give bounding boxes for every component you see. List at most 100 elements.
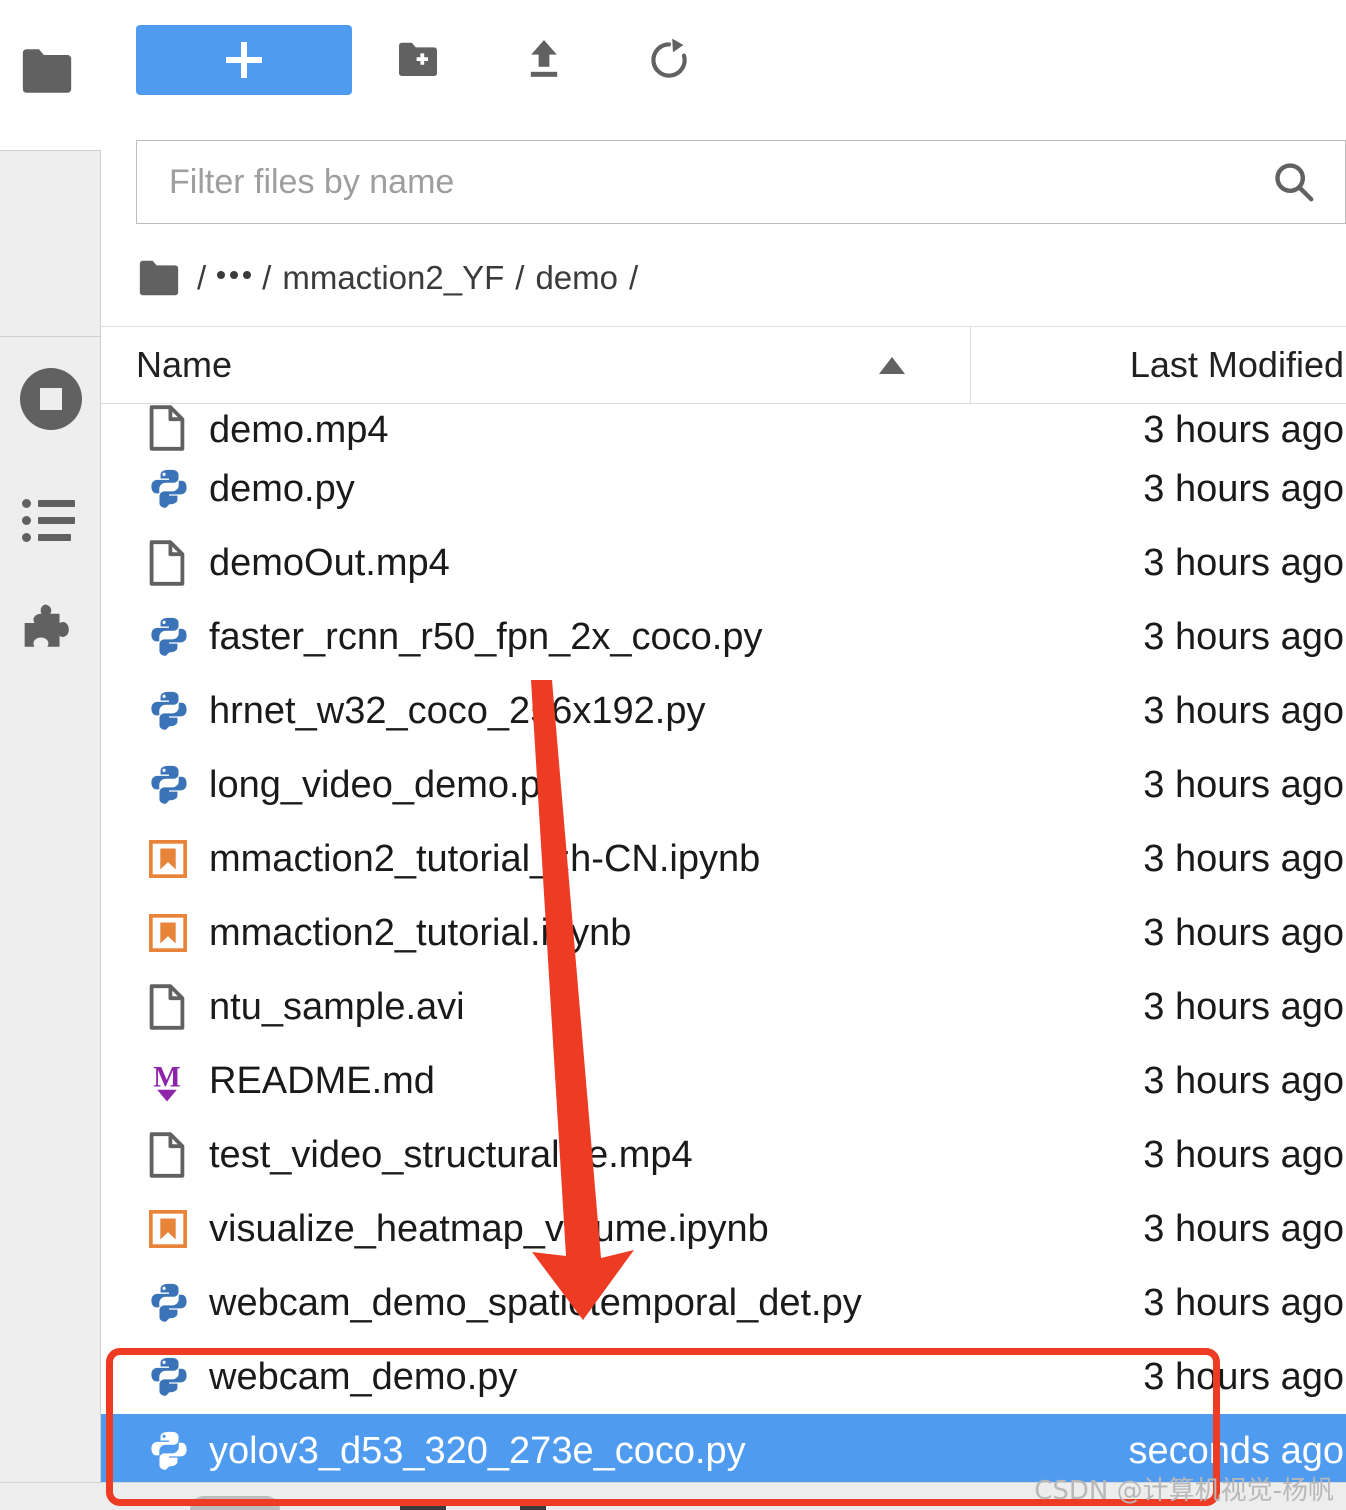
python-file-icon — [147, 1427, 191, 1475]
jupyterlab-file-browser: / / mmaction2_YF / demo / Name Last Modi… — [0, 0, 1346, 1510]
file-row[interactable]: webcam_demo.py 3 hours ago — [101, 1340, 1346, 1414]
file-name: visualize_heatmap_volume.ipynb — [209, 1207, 769, 1250]
breadcrumb-separator-3: / — [515, 259, 525, 296]
python-file-icon — [147, 613, 191, 661]
python-file-icon — [147, 687, 191, 735]
python-file-icon — [147, 1353, 191, 1401]
file-last-modified: 3 hours ago — [1143, 467, 1344, 510]
file-last-modified: 3 hours ago — [1143, 1133, 1344, 1176]
status-block-2 — [520, 1502, 546, 1510]
generic-file-icon — [147, 1131, 191, 1179]
file-last-modified: 3 hours ago — [1143, 1207, 1344, 1250]
status-bar — [0, 1482, 1346, 1510]
file-name: test_video_structuralize.mp4 — [209, 1133, 693, 1176]
new-folder-icon — [395, 39, 443, 84]
file-name: demo.py — [209, 467, 355, 510]
file-row[interactable]: hrnet_w32_coco_256x192.py 3 hours ago — [101, 674, 1346, 748]
python-file-icon — [147, 761, 191, 809]
file-row[interactable]: M README.md 3 hours ago — [101, 1044, 1346, 1118]
activity-bar — [0, 150, 101, 1510]
notebook-file-icon — [147, 909, 191, 957]
file-name: webcam_demo.py — [209, 1355, 518, 1398]
refresh-icon — [645, 36, 693, 87]
generic-file-icon — [147, 983, 191, 1031]
file-row[interactable]: visualize_heatmap_volume.ipynb 3 hours ag… — [101, 1192, 1346, 1266]
file-last-modified: 3 hours ago — [1143, 1059, 1344, 1102]
notebook-file-icon — [147, 835, 191, 883]
file-row[interactable]: webcam_demo_spatiotemporal_det.py 3 hours… — [101, 1266, 1346, 1340]
file-last-modified: 3 hours ago — [1143, 541, 1344, 584]
upload-button[interactable] — [515, 32, 573, 90]
file-row[interactable]: mmaction2_tutorial_zh-CN.ipynb 3 hours ag… — [101, 822, 1346, 896]
sidebar-item-commands[interactable] — [0, 461, 101, 586]
notebook-file-icon — [147, 1205, 191, 1253]
file-name: demo.mp4 — [209, 409, 389, 451]
breadcrumb-separator-2: / — [262, 259, 272, 296]
file-last-modified: 3 hours ago — [1143, 763, 1344, 806]
upload-icon — [522, 37, 566, 86]
folder-icon — [18, 46, 76, 101]
file-last-modified: 3 hours ago — [1143, 837, 1344, 880]
file-last-modified: 3 hours ago — [1143, 911, 1344, 954]
file-last-modified: 3 hours ago — [1143, 1281, 1344, 1324]
file-row[interactable]: demoOut.mp4 3 hours ago — [101, 526, 1346, 600]
file-last-modified: 3 hours ago — [1143, 985, 1344, 1028]
breadcrumb-ellipsis[interactable] — [217, 271, 252, 285]
markdown-file-icon: M — [147, 1057, 191, 1105]
sidebar-item-running-terminals[interactable] — [0, 336, 101, 461]
file-row[interactable]: demo.py 3 hours ago — [101, 452, 1346, 526]
file-name: faster_rcnn_r50_fpn_2x_coco.py — [209, 615, 763, 658]
file-last-modified: 3 hours ago — [1143, 1355, 1344, 1398]
generic-file-icon — [147, 539, 191, 587]
file-browser-toolbar — [0, 0, 1346, 120]
file-name: webcam_demo_spatiotemporal_det.py — [209, 1281, 862, 1324]
breadcrumb-separator-4: / — [629, 259, 639, 296]
sidebar-item-extension-manager[interactable] — [0, 571, 101, 696]
stop-circle-icon — [19, 368, 82, 430]
file-row[interactable]: test_video_structuralize.mp4 3 hours ago — [101, 1118, 1346, 1192]
new-folder-button[interactable] — [390, 32, 448, 90]
filter-files-box[interactable] — [136, 140, 1346, 224]
file-name: ntu_sample.avi — [209, 985, 465, 1028]
file-name: demoOut.mp4 — [209, 541, 450, 584]
sort-ascending-icon — [879, 356, 905, 374]
refresh-button[interactable] — [640, 32, 698, 90]
puzzle-piece-icon — [20, 601, 82, 666]
breadcrumb-item-mmaction2-yf[interactable]: mmaction2_YF — [282, 259, 504, 297]
file-row[interactable]: long_video_demo.py 3 hours ago — [101, 748, 1346, 822]
file-row[interactable]: yolov3_d53_320_273e_coco.py seconds ago — [101, 1414, 1346, 1482]
plus-icon — [226, 42, 262, 78]
folder-icon[interactable] — [136, 258, 182, 298]
column-header-name[interactable]: Name — [101, 327, 971, 403]
file-last-modified: 3 hours ago — [1143, 615, 1344, 658]
column-header-last-modified-label: Last Modified — [1129, 344, 1344, 385]
file-name: mmaction2_tutorial.ipynb — [209, 911, 632, 954]
file-row[interactable]: demo.mp4 3 hours ago — [101, 404, 1346, 452]
python-file-icon — [147, 465, 191, 513]
file-last-modified: 3 hours ago — [1143, 689, 1344, 732]
breadcrumb: / / mmaction2_YF / demo / — [136, 248, 649, 308]
file-last-modified: 3 hours ago — [1143, 409, 1344, 451]
file-name: long_video_demo.py — [209, 763, 560, 806]
new-launcher-button[interactable] — [136, 25, 352, 95]
video-file-icon — [147, 404, 191, 452]
list-icon — [21, 498, 80, 549]
search-icon[interactable] — [1271, 159, 1317, 205]
svg-text:M: M — [153, 1061, 180, 1093]
file-table-header: Name Last Modified — [101, 326, 1346, 404]
column-header-last-modified[interactable]: Last Modified — [971, 327, 1346, 403]
column-header-name-label: Name — [136, 344, 233, 385]
python-file-icon — [147, 1279, 191, 1327]
file-row[interactable]: mmaction2_tutorial.ipynb 3 hours ago — [101, 896, 1346, 970]
status-pill — [190, 1496, 280, 1510]
breadcrumb-separator-1: / — [197, 259, 207, 296]
search-input[interactable] — [137, 162, 1271, 202]
file-name: mmaction2_tutorial_zh-CN.ipynb — [209, 837, 761, 880]
file-row[interactable]: ntu_sample.avi 3 hours ago — [101, 970, 1346, 1044]
file-last-modified: seconds ago — [1128, 1429, 1345, 1472]
file-name: yolov3_d53_320_273e_coco.py — [209, 1429, 746, 1472]
breadcrumb-item-demo[interactable]: demo — [535, 259, 618, 297]
status-block-1 — [400, 1500, 446, 1510]
file-row[interactable]: faster_rcnn_r50_fpn_2x_coco.py 3 hours ag… — [101, 600, 1346, 674]
file-list[interactable]: demo.mp4 3 hours ago demo.py 3 hours ago dem… — [101, 404, 1346, 1482]
